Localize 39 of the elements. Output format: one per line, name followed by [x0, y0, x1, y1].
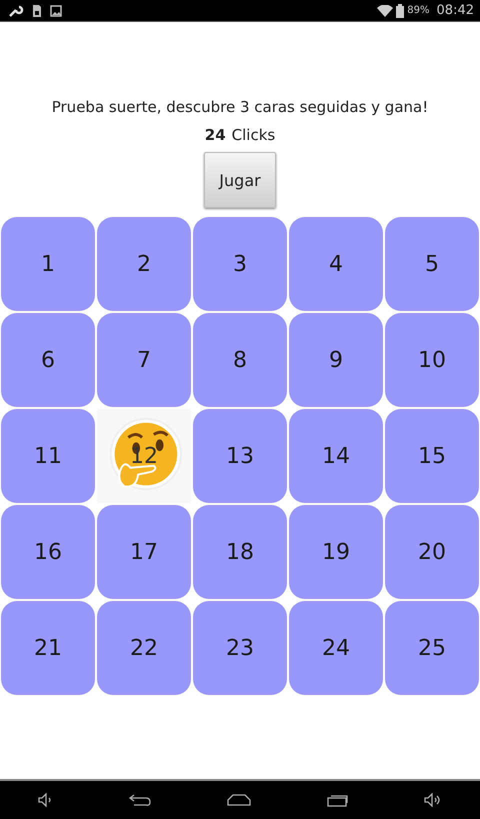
grid-cell[interactable]: 10 — [385, 313, 479, 407]
click-count: 24 — [204, 126, 226, 144]
grid-cell[interactable]: 14 — [289, 409, 383, 503]
grid-cell[interactable]: 23 — [193, 601, 287, 695]
grid-cell[interactable]: 5 — [385, 217, 479, 311]
grid-cell[interactable]: 3 — [193, 217, 287, 311]
play-button[interactable]: Jugar — [204, 152, 276, 208]
grid-cell[interactable]: 4 — [289, 217, 383, 311]
grid-cell[interactable]: 25 — [385, 601, 479, 695]
grid-cell[interactable]: 15 — [385, 409, 479, 503]
battery-icon — [396, 4, 404, 18]
grid-cell[interactable]: 22 — [97, 601, 191, 695]
grid-cell[interactable]: 24 — [289, 601, 383, 695]
instructions-text: Prueba suerte, descubre 3 caras seguidas y gana! — [52, 98, 428, 116]
grid-cell[interactable]: 11 — [1, 409, 95, 503]
grid-cell[interactable]: 2 — [97, 217, 191, 311]
grid-cell[interactable]: 1 — [1, 217, 95, 311]
wifi-icon — [377, 4, 394, 16]
grid-cell[interactable]: 6 — [1, 313, 95, 407]
recent-apps-icon[interactable] — [326, 793, 349, 807]
sd-card-icon — [32, 4, 42, 18]
battery-percent: 89% — [407, 5, 430, 16]
grid-cell[interactable]: 16 — [1, 505, 95, 599]
grid-cell[interactable]: 18 — [193, 505, 287, 599]
back-icon[interactable] — [129, 794, 152, 806]
grid-cell[interactable]: 20 — [385, 505, 479, 599]
grid-cell[interactable]: 7 — [97, 313, 191, 407]
clicks-label: Clicks — [232, 126, 276, 144]
clock-time: 08:42 — [436, 3, 474, 18]
grid-cell[interactable]: 8 — [193, 313, 287, 407]
home-icon[interactable] — [226, 794, 251, 806]
grid-cell[interactable]: 9 — [289, 313, 383, 407]
grid-cell[interactable]: 17 — [97, 505, 191, 599]
grid-cell[interactable]: 21 — [1, 601, 95, 695]
image-icon — [50, 4, 62, 16]
volume-up-icon[interactable] — [424, 793, 442, 807]
grid-cell[interactable]: 19 — [289, 505, 383, 599]
grid-cell[interactable]: 12 — [97, 409, 191, 503]
grid-cell[interactable]: 13 — [193, 409, 287, 503]
